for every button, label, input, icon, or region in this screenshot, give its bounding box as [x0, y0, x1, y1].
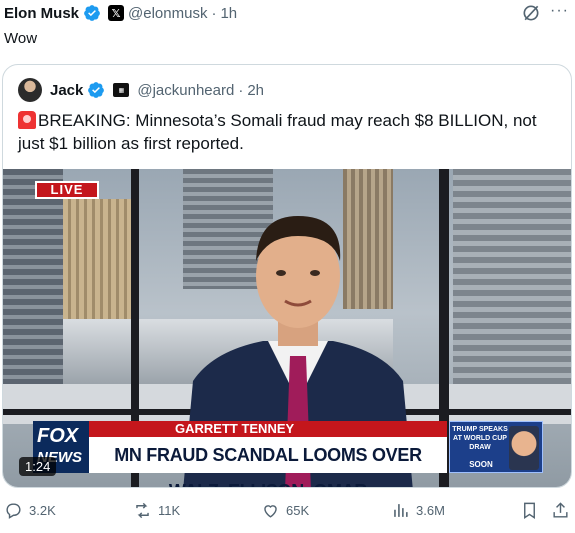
video-player[interactable]: LIVE FOX NEWS GARRETT TENNEY MN FRAUD SCA… — [3, 169, 571, 487]
header-separator: · — [211, 4, 217, 22]
reporter-nametag: GARRETT TENNEY — [89, 421, 447, 437]
views-count: 3.6M — [416, 503, 445, 518]
quote-timestamp[interactable]: 2h — [247, 82, 264, 99]
verified-badge-icon — [84, 5, 100, 21]
action-bar: 3.2K 11K 65K 3.6M — [0, 501, 575, 527]
quote-header: Jack ▦ @jackunheard · 2h — [18, 78, 264, 102]
affiliate-badge-icon: ▦ — [113, 83, 130, 97]
repost-count: 11K — [158, 503, 181, 518]
tweet-text: Wow — [4, 30, 38, 47]
share-icon — [553, 502, 568, 518]
reply-button[interactable]: 3.2K — [4, 501, 56, 520]
avatar[interactable] — [18, 78, 42, 102]
background-building — [453, 169, 571, 419]
promo-image — [509, 426, 539, 470]
quote-author-handle[interactable]: @jackunheard — [137, 82, 234, 99]
quote-text-block: BREAKING: Minnesota’s Somali fraud may r… — [18, 109, 553, 155]
reply-icon — [6, 503, 21, 519]
quote-author-name[interactable]: Jack — [50, 82, 83, 99]
more-icon[interactable]: ··· — [550, 2, 569, 20]
views-icon — [394, 504, 408, 517]
author-name[interactable]: Elon Musk — [4, 5, 79, 22]
verified-badge-icon — [88, 82, 105, 98]
promo-box: TRUMP SPEAKS AT WORLD CUP DRAW SOON — [449, 421, 543, 473]
siren-icon — [18, 111, 36, 129]
share-button[interactable] — [551, 501, 570, 520]
author-handle[interactable]: @elonmusk — [128, 5, 207, 22]
tweet-timestamp[interactable]: 1h — [220, 5, 237, 22]
background-building — [3, 169, 63, 399]
video-duration: 1:24 — [19, 457, 57, 476]
promo-soon: SOON — [469, 460, 493, 469]
quoted-tweet[interactable]: Jack ▦ @jackunheard · 2h BREAKING: Minne… — [2, 64, 572, 488]
like-button[interactable]: 65K — [261, 501, 309, 520]
repost-icon — [136, 502, 149, 519]
repost-button[interactable]: 11K — [133, 501, 180, 520]
bookmark-button[interactable] — [520, 501, 539, 520]
logo-line-1: FOX — [37, 425, 79, 447]
tweet-header: Elon Musk 𝕏 @elonmusk · 1h — [4, 3, 237, 23]
chyron-headline: MN FRAUD SCANDAL LOOMS OVER WALZ, ELLISO… — [89, 437, 447, 487]
live-badge: LIVE — [35, 181, 99, 199]
promo-text: TRUMP SPEAKS AT WORLD CUP DRAW — [452, 426, 508, 451]
like-icon — [264, 505, 277, 518]
reply-count: 3.2K — [29, 503, 56, 518]
quote-separator: · — [238, 81, 244, 99]
x-logo-icon: 𝕏 — [108, 5, 125, 21]
grok-icon[interactable] — [521, 3, 541, 23]
bookmark-icon — [524, 502, 535, 519]
lower-third: FOX NEWS GARRETT TENNEY MN FRAUD SCANDAL … — [33, 421, 447, 487]
like-count: 65K — [286, 503, 310, 518]
views-button[interactable]: 3.6M — [391, 501, 445, 520]
quote-text: BREAKING: Minnesota’s Somali fraud may r… — [18, 111, 537, 153]
